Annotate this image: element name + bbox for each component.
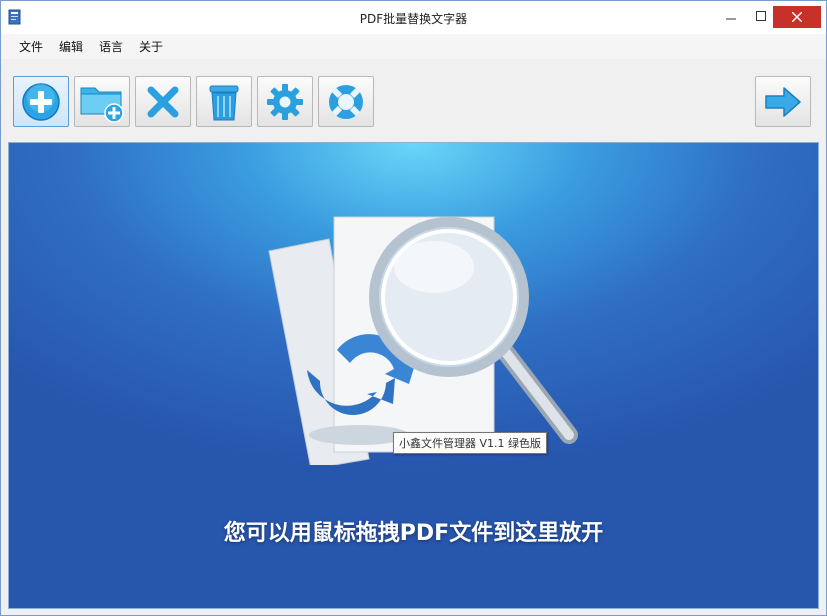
remove-button[interactable] [135,76,191,127]
maximize-button[interactable] [746,5,776,27]
gear-icon [267,83,303,120]
next-button[interactable] [755,76,811,127]
app-window: PDF批量替换文字器 文件 编辑 语言 关于 小鑫文件管理器 V1.1 绿色版 … [0,0,827,616]
drop-zone[interactable]: 小鑫文件管理器 V1.1 绿色版 您可以用鼠标拖拽PDF文件到这里放开 [8,142,819,609]
lifebuoy-icon [329,84,363,119]
toolbar [1,59,826,137]
trash-icon [209,85,239,120]
minimize-button[interactable] [716,5,746,27]
plus-circle-icon [22,82,60,121]
menu-language[interactable]: 语言 [91,36,131,57]
minimize-icon [726,18,736,20]
title-bar: PDF批量替换文字器 [1,1,826,34]
add-folder-button[interactable] [74,76,130,127]
settings-button[interactable] [257,76,313,127]
window-title: PDF批量替换文字器 [359,12,468,26]
menu-file[interactable]: 文件 [11,36,51,57]
x-icon [147,86,179,117]
maximize-icon [756,11,766,21]
folder-add-icon [80,87,124,123]
document-search-illustration [268,216,578,465]
menu-edit[interactable]: 编辑 [51,36,91,57]
drop-hint: 您可以用鼠标拖拽PDF文件到这里放开 [223,521,604,546]
tooltip: 小鑫文件管理器 V1.1 绿色版 [393,432,548,454]
menu-about[interactable]: 关于 [131,36,171,57]
menu-bar: 文件 编辑 语言 关于 [1,34,826,59]
help-button[interactable] [318,76,374,127]
add-file-button[interactable] [13,76,69,127]
close-button[interactable] [773,6,821,28]
clear-button[interactable] [196,76,252,127]
close-icon [792,12,802,22]
arrow-right-icon [765,86,801,117]
